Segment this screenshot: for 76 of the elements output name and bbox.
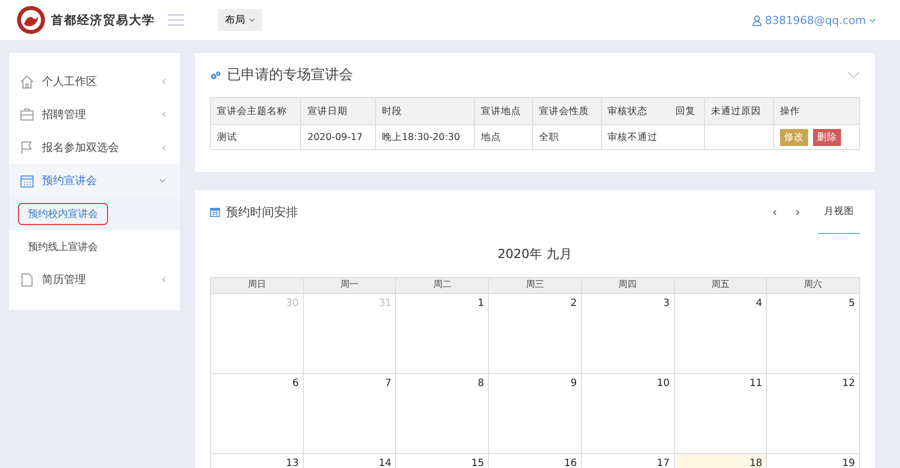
table-cell: 晚上18:30-20:30 xyxy=(375,124,475,150)
caret-icon xyxy=(869,18,876,22)
table-cell: 地点 xyxy=(474,124,532,150)
day-number: 13 xyxy=(286,458,299,468)
table-cell: 2020-09-17 xyxy=(300,124,376,150)
column-header: 宣讲日期 xyxy=(300,98,376,124)
home-icon xyxy=(20,74,34,88)
university-name: 首都经济贸易大学 xyxy=(51,12,155,28)
submenu-item[interactable]: 预约校内宣讲会 xyxy=(18,202,108,224)
chevron-left-icon xyxy=(162,276,166,283)
chevron-left-icon xyxy=(162,111,166,118)
weekday-header: 周三 xyxy=(489,277,582,293)
calendar-month-title: 2020年 九月 xyxy=(496,245,574,263)
caret-icon xyxy=(249,18,255,22)
next-month-button[interactable]: › xyxy=(789,205,806,219)
table-cell: 测试 xyxy=(210,124,301,150)
sidebar-menu-item[interactable]: 招聘管理 xyxy=(9,98,180,131)
menu-icon[interactable] xyxy=(168,14,184,26)
panel-title: 已申请的专场宣讲会 xyxy=(227,66,353,84)
day-number: 11 xyxy=(750,378,762,389)
weekday-header: 周二 xyxy=(396,277,490,293)
submenu-item[interactable]: 预约线上宣讲会 xyxy=(18,236,108,258)
day-number: 1 xyxy=(478,298,484,309)
day-number: 31 xyxy=(378,298,392,309)
column-header: 宣讲地点 xyxy=(474,98,532,124)
chevron-left-icon xyxy=(162,78,166,85)
weekday-header: 周日 xyxy=(211,277,304,293)
gears-icon xyxy=(210,70,221,80)
day-number: 9 xyxy=(570,378,577,389)
chevron-down-icon xyxy=(159,178,166,183)
delete-button[interactable]: 删除 xyxy=(812,128,841,146)
day-number: 19 xyxy=(842,458,855,468)
university-seal-icon xyxy=(16,5,46,35)
day-number: 8 xyxy=(478,378,484,389)
file-icon xyxy=(20,272,34,286)
weekday-header: 周六 xyxy=(767,277,860,293)
column-header: 宣讲会性质 xyxy=(532,98,602,124)
day-number: 5 xyxy=(848,298,855,309)
column-header: 回复 xyxy=(669,98,705,124)
day-number: 30 xyxy=(286,298,299,309)
column-header: 宣讲会主题名称 xyxy=(210,98,301,124)
sidebar-menu-item[interactable]: 个人工作区 xyxy=(9,65,180,98)
collapse-chevron-icon[interactable] xyxy=(847,71,860,79)
day-number: 18 xyxy=(750,458,762,468)
column-header: 审核状态 xyxy=(601,98,670,124)
briefcase-icon xyxy=(20,108,34,122)
day-number: 10 xyxy=(656,378,670,389)
table-cell: 全职 xyxy=(532,124,602,150)
weekday-header: 周五 xyxy=(674,277,768,293)
column-header: 未通过原因 xyxy=(704,98,774,124)
panel-title: 预约时间安排 xyxy=(226,204,298,220)
chevron-left-icon xyxy=(162,144,166,151)
user-icon xyxy=(752,14,762,26)
sidebar-menu-item[interactable]: 报名参加双选会 xyxy=(9,131,180,164)
sidebar-menu-item[interactable]: 简历管理 xyxy=(9,263,180,296)
day-number: 3 xyxy=(663,298,670,309)
sidebar-menu-item[interactable]: 预约宣讲会 xyxy=(9,164,180,197)
day-number: 17 xyxy=(656,458,670,468)
previous-month-button[interactable]: ‹ xyxy=(766,205,784,219)
column-header: 操作 xyxy=(773,98,860,124)
layout-dropdown-button[interactable]: 布局 xyxy=(218,9,262,31)
day-number: 14 xyxy=(378,458,392,468)
day-number: 16 xyxy=(564,458,577,468)
day-number: 7 xyxy=(385,378,392,389)
flag-icon xyxy=(20,140,34,154)
weekday-header: 周一 xyxy=(304,277,396,293)
day-number: 6 xyxy=(292,378,299,389)
day-number: 2 xyxy=(570,298,577,309)
calendar-icon xyxy=(210,207,220,217)
column-header: 时段 xyxy=(375,98,475,124)
day-number: 15 xyxy=(471,458,484,468)
weekday-header: 周四 xyxy=(582,277,675,293)
view-tab[interactable]: 月视图 xyxy=(818,190,860,234)
calendar-icon xyxy=(20,174,34,188)
day-number: 12 xyxy=(842,378,855,389)
day-number: 4 xyxy=(756,298,762,309)
